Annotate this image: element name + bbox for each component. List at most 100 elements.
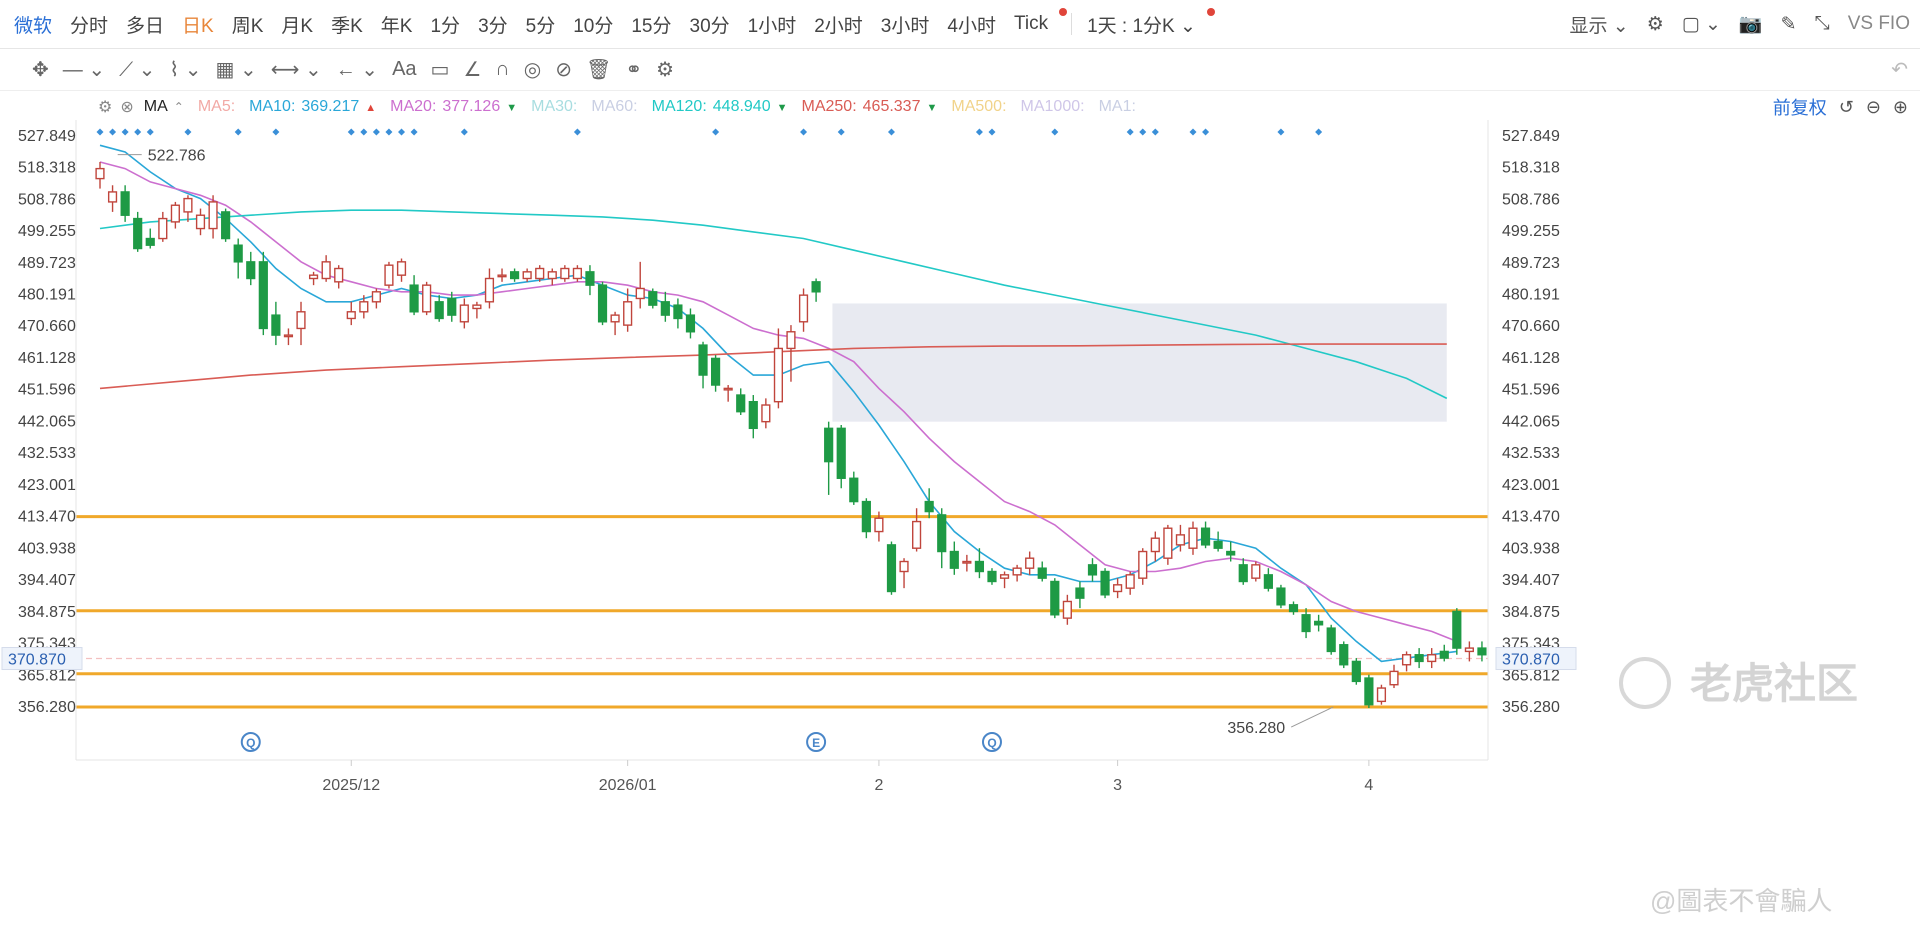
eye-icon[interactable]: ◎: [524, 57, 541, 82]
period-tab[interactable]: 月K: [272, 11, 322, 38]
candle: [95, 161, 105, 189]
period-tab[interactable]: 年K: [372, 11, 422, 38]
zoom-in-icon[interactable]: ⊕: [1893, 97, 1908, 118]
candle: [585, 265, 595, 296]
period-tab[interactable]: 5分: [517, 11, 565, 38]
signal-diamond-icon: [347, 128, 355, 136]
candle: [221, 208, 231, 242]
indicator-name[interactable]: MA: [144, 98, 168, 116]
ma-label: MA60:: [591, 98, 638, 115]
candlestick-chart[interactable]: 527.849 527.849 518.318 518.318 508.786 508.7…: [0, 120, 1920, 948]
candle: [509, 268, 520, 282]
period-tab[interactable]: Tick: [1005, 13, 1057, 35]
interval-select[interactable]: 1天 : 1分K ⌄: [1078, 11, 1205, 38]
chevron-up-icon[interactable]: ⌃: [174, 100, 184, 114]
symbol-name[interactable]: 微软: [0, 11, 61, 38]
signal-diamond-icon: [360, 128, 368, 136]
candle: [886, 541, 897, 595]
ma-legend-item[interactable]: MA1:: [1099, 98, 1136, 116]
layout-icon[interactable]: ▢ ⌄: [1682, 13, 1721, 36]
move-icon[interactable]: ✥: [32, 57, 49, 82]
undo-icon[interactable]: ↶: [1891, 57, 1908, 82]
candle: [1062, 594, 1072, 625]
candle-body: [133, 217, 143, 250]
period-tab[interactable]: 15分: [622, 11, 680, 38]
candle-body: [1401, 654, 1412, 666]
ma-legend-item[interactable]: MA120: 448.940 ▼: [652, 98, 788, 116]
settings-icon[interactable]: ⚙: [98, 97, 112, 117]
ma-legend-item[interactable]: MA30:: [531, 98, 577, 116]
candle: [1452, 608, 1462, 655]
trash-icon[interactable]: 🗑: [586, 57, 611, 82]
candle: [283, 328, 294, 346]
fullscreen-icon[interactable]: ⤡: [1815, 13, 1830, 35]
ma-legend-item[interactable]: MA10: 369.217 ▲: [249, 98, 376, 116]
period-tab[interactable]: 分时: [61, 11, 117, 38]
draw-icon[interactable]: ✎: [1781, 13, 1797, 36]
y-tick-label-right: 480.191: [1502, 287, 1560, 304]
candle: [497, 268, 507, 282]
signal-diamond-icon: [1051, 128, 1059, 136]
candle-body: [1050, 580, 1060, 616]
period-tab[interactable]: 多日: [117, 11, 173, 38]
period-tab[interactable]: 1小时: [739, 11, 806, 38]
period-tab[interactable]: 日K: [173, 11, 223, 38]
comment-icon[interactable]: ▭: [431, 57, 450, 82]
link-icon[interactable]: ⚭: [625, 57, 642, 82]
candle-body: [120, 191, 130, 216]
candle-body: [723, 387, 733, 391]
close-icon[interactable]: ⊗: [120, 97, 133, 117]
adjust-mode[interactable]: 前复权: [1773, 94, 1827, 120]
display-menu[interactable]: 显示 ⌄: [1569, 11, 1628, 38]
candle: [786, 325, 796, 382]
period-tab[interactable]: 4小时: [938, 11, 1005, 38]
ma-legend-item[interactable]: MA500:: [951, 98, 1006, 116]
period-tab[interactable]: 季K: [322, 11, 372, 38]
candle-body: [308, 274, 319, 280]
candle: [660, 291, 670, 322]
compare-label[interactable]: VS FIO: [1848, 13, 1910, 35]
magnet-icon[interactable]: ∩: [495, 58, 509, 81]
arrow-tool-icon[interactable]: ← ⌄: [336, 57, 378, 82]
ma-label: MA250:: [801, 98, 857, 115]
signal-diamond-icon: [184, 128, 192, 136]
period-tab[interactable]: 3分: [469, 11, 517, 38]
text-tool[interactable]: Aa: [392, 58, 416, 81]
camera-icon[interactable]: 📷: [1739, 12, 1763, 36]
trend-tool-icon[interactable]: ⟋ ⌄: [119, 57, 155, 82]
x-tick-label: 3: [1113, 777, 1122, 794]
candle-body: [798, 294, 809, 323]
ma-legend-item[interactable]: MA20: 377.126 ▼: [390, 98, 517, 116]
candle: [824, 421, 834, 495]
measure-tool-icon[interactable]: ⟷ ⌄: [271, 57, 322, 82]
period-tab[interactable]: 周K: [223, 11, 273, 38]
candle-body: [786, 331, 796, 350]
ma-legend-item[interactable]: MA250: 465.337 ▼: [802, 98, 938, 116]
period-tab[interactable]: 30分: [681, 11, 739, 38]
candle-body: [283, 334, 294, 338]
signal-diamond-icon: [1189, 128, 1197, 136]
signal-diamond-icon: [573, 128, 581, 136]
gear-icon[interactable]: ⚙: [656, 57, 674, 82]
ma-legend-item[interactable]: MA5:: [198, 98, 235, 116]
ma-legend-item[interactable]: MA60:: [591, 98, 637, 116]
hide-icon[interactable]: ⊘: [555, 57, 572, 82]
drawing-toolbar: ✥ — ⌄ ⟋ ⌄ ⌇ ⌄ ▦ ⌄ ⟷ ⌄ ← ⌄ Aa ▭ ∠ ∩ ◎ ⊘ 🗑…: [0, 48, 1920, 91]
pen-icon[interactable]: ∠: [463, 57, 481, 82]
candle: [547, 268, 557, 286]
ma-legend-item[interactable]: MA1000:: [1021, 98, 1085, 116]
reset-icon[interactable]: ↺: [1839, 97, 1854, 118]
period-tab[interactable]: 10分: [564, 11, 622, 38]
period-tab[interactable]: 3小时: [872, 11, 939, 38]
candle: [1138, 548, 1148, 585]
fib-tool-icon[interactable]: ▦ ⌄: [216, 57, 257, 82]
period-tab[interactable]: 1分: [421, 11, 469, 38]
wave-tool-icon[interactable]: ⌇ ⌄: [169, 57, 201, 82]
period-tab[interactable]: 2小时: [805, 11, 872, 38]
settings-icon[interactable]: ⚙: [1647, 13, 1664, 36]
line-tool-icon[interactable]: — ⌄: [63, 57, 105, 82]
signal-diamond-icon: [96, 128, 104, 136]
zoom-out-icon[interactable]: ⊖: [1866, 97, 1881, 118]
candle: [560, 265, 570, 282]
y-tick-label-left: 432.533: [18, 445, 76, 462]
